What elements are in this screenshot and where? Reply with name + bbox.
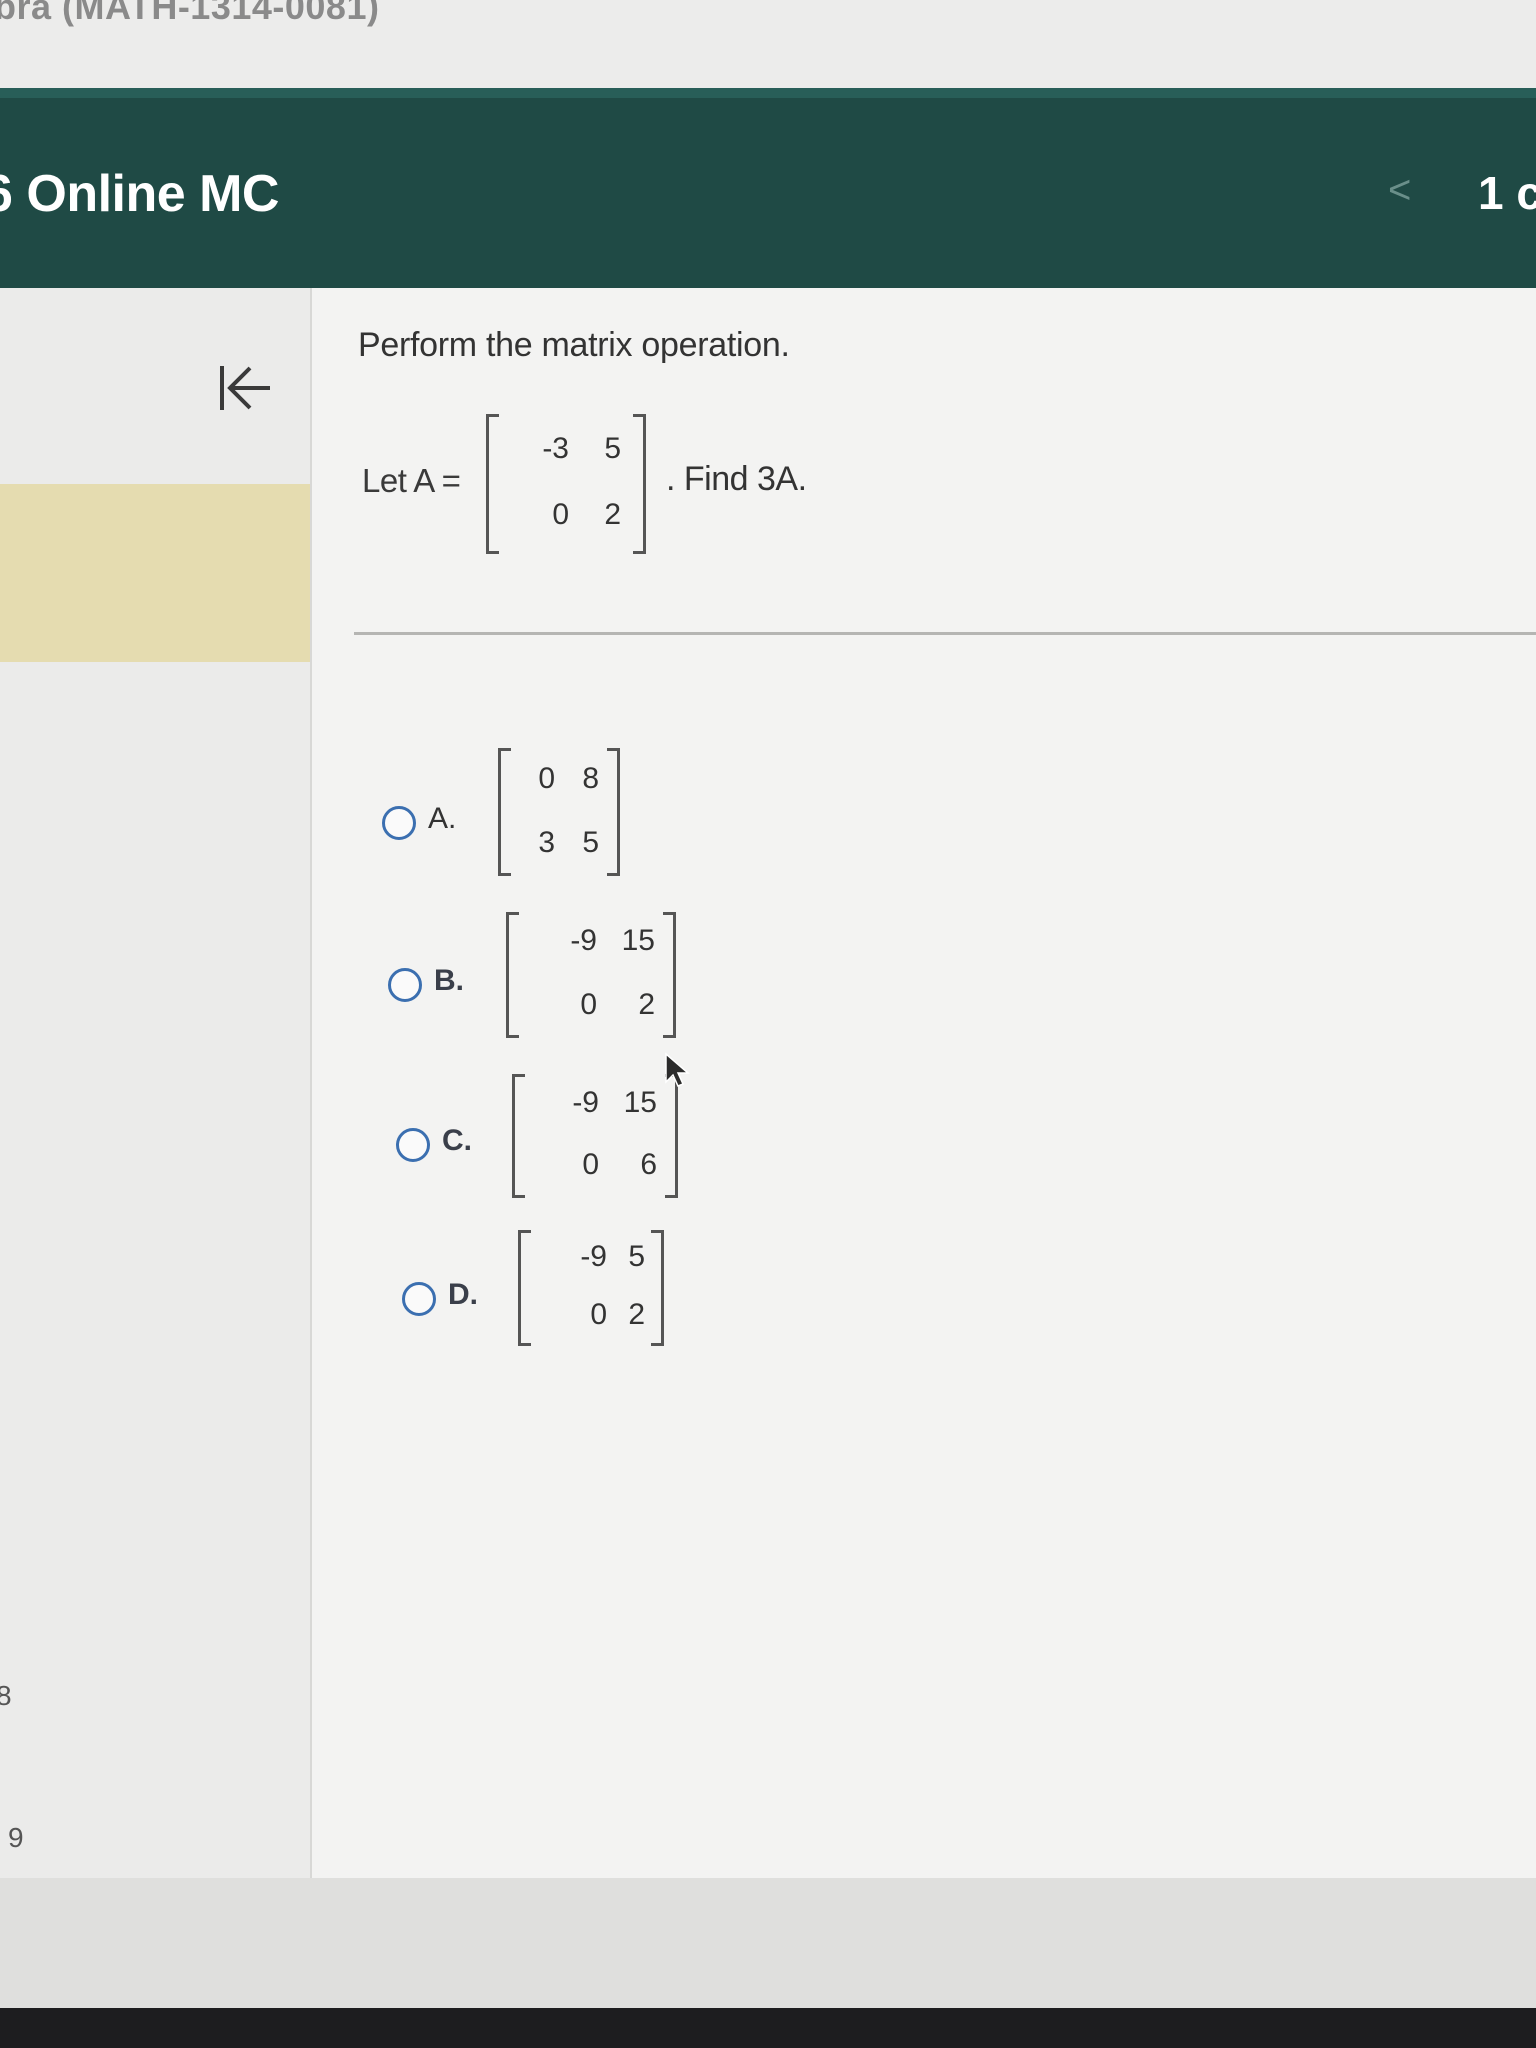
matrix-cell: 0: [552, 498, 569, 531]
matrix-cell: 5: [582, 826, 599, 859]
option-a[interactable]: A.: [382, 802, 502, 876]
let-a-label: Let A =: [362, 462, 461, 499]
chevron-left-icon: <: [1388, 168, 1412, 212]
matrix-cell: -9: [572, 1086, 599, 1119]
matrix-cell: 2: [638, 988, 655, 1021]
matrix-cell: 15: [623, 1086, 657, 1119]
previous-question-button[interactable]: <: [1388, 168, 1411, 213]
assignment-header: 6 Online MC < 1 c: [0, 88, 1536, 288]
course-title: bra (MATH-1314-0081): [0, 0, 380, 27]
option-c-matrix: -9 15 0 6: [512, 1074, 678, 1198]
matrix-cell: 3: [538, 826, 555, 859]
matrix-cell: 0: [538, 762, 555, 795]
question-counter: 1 c: [1478, 167, 1536, 219]
option-a-label: A.: [428, 802, 457, 835]
course-title-bar: bra (MATH-1314-0081): [0, 0, 1536, 88]
matrix-cell: 0: [582, 1148, 599, 1181]
option-d[interactable]: D.: [402, 1278, 522, 1352]
collapse-left-arrow-icon: [220, 366, 270, 410]
find-3a-label: . Find 3A.: [666, 460, 807, 498]
question-prompt: Perform the matrix operation.: [358, 326, 790, 364]
matrix-cell: 5: [628, 1240, 645, 1273]
matrix-cell: 2: [628, 1298, 645, 1331]
matrix-cell: 2: [604, 498, 621, 531]
option-d-matrix: -9 5 0 2: [518, 1230, 664, 1346]
option-a-radio[interactable]: [382, 806, 416, 840]
header-accent-line: [0, 88, 1536, 98]
sidebar-question-number[interactable]: 9: [8, 1822, 24, 1854]
matrix-cell: -3: [542, 432, 569, 465]
option-d-label: D.: [448, 1278, 478, 1311]
option-c-label: C.: [442, 1124, 472, 1157]
matrix-cell: 8: [582, 762, 599, 795]
matrix-cell: 6: [640, 1148, 657, 1181]
option-b-matrix: -9 15 0 2: [506, 912, 676, 1038]
option-c-radio[interactable]: [396, 1128, 430, 1162]
option-c[interactable]: C.: [396, 1124, 516, 1198]
mouse-pointer-icon: [665, 1052, 691, 1087]
page-footer-area: [0, 1878, 1536, 2008]
matrix-cell: -9: [570, 924, 597, 957]
option-b-radio[interactable]: [388, 968, 422, 1002]
current-question-highlight[interactable]: [0, 484, 322, 662]
matrix-cell: 0: [590, 1298, 607, 1331]
option-a-matrix: 0 8 3 5: [498, 748, 620, 876]
section-divider: [354, 632, 1536, 635]
matrix-cell: 5: [604, 432, 621, 465]
matrix-cell: -9: [580, 1240, 607, 1273]
matrix-a: -3 5 0 2: [486, 414, 646, 554]
sidebar-question-number[interactable]: 8: [0, 1680, 12, 1712]
option-d-radio[interactable]: [402, 1282, 436, 1316]
matrix-cell: 0: [580, 988, 597, 1021]
panel-divider: [310, 288, 312, 1878]
collapse-sidebar-button[interactable]: [206, 358, 278, 418]
matrix-cell: 15: [621, 924, 655, 957]
option-b[interactable]: B.: [388, 964, 508, 1038]
option-b-label: B.: [434, 964, 464, 997]
screen-bezel: [0, 2008, 1536, 2048]
assignment-title: 6 Online MC: [0, 165, 279, 223]
